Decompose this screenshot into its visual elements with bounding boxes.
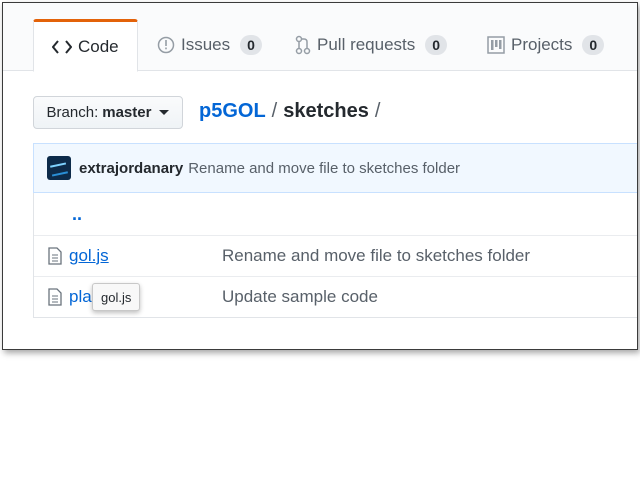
tab-code[interactable]: Code	[33, 19, 138, 72]
breadcrumb-current-dir: sketches	[283, 100, 369, 122]
parent-directory-row: ..	[34, 193, 637, 235]
filename-tooltip: gol.js	[92, 283, 141, 311]
file-commit-message[interactable]: Update sample code	[222, 287, 378, 307]
branch-select-button[interactable]: Branch: master	[33, 96, 183, 129]
file-row: pla Update sample code gol.js	[34, 276, 637, 317]
latest-commit-bar: extrajordanary Rename and move file to s…	[33, 143, 637, 193]
file-icon	[48, 247, 62, 265]
issues-count-badge: 0	[240, 35, 262, 55]
file-icon	[48, 288, 62, 306]
tab-issues-label: Issues	[181, 35, 231, 54]
breadcrumb-trailing-separator: /	[374, 100, 381, 122]
tab-pull-requests-label: Pull requests	[317, 35, 416, 54]
parent-directory-link[interactable]: ..	[72, 204, 82, 225]
tab-issues[interactable]: Issues 0	[157, 21, 262, 69]
breadcrumb-repo-link[interactable]: p5GOL	[199, 100, 266, 123]
breadcrumb: p5GOL / sketches /	[199, 100, 380, 123]
chevron-down-icon	[159, 110, 170, 115]
pull-requests-count-badge: 0	[425, 35, 448, 55]
avatar[interactable]	[47, 156, 71, 180]
file-name-link[interactable]: gol.js	[69, 246, 109, 266]
commit-message-link[interactable]: Rename and move file to sketches folder	[188, 160, 460, 177]
repo-tab-bar: Code Issues 0 Pull requests 0 Projects 0	[3, 3, 637, 72]
tab-code-label: Code	[78, 36, 119, 56]
projects-count-badge: 0	[582, 35, 605, 55]
file-list: .. gol.js Rename and move file to sketch…	[33, 193, 637, 318]
file-row: gol.js Rename and move file to sketches …	[34, 235, 637, 276]
code-icon	[52, 39, 72, 54]
file-name-link[interactable]: pla	[69, 287, 92, 307]
github-window: Code Issues 0 Pull requests 0 Projects 0…	[2, 2, 638, 350]
branch-name: master	[102, 104, 152, 121]
breadcrumb-separator: /	[271, 100, 278, 122]
branch-prefix: Branch:	[46, 104, 99, 121]
commit-author-link[interactable]: extrajordanary	[79, 160, 183, 177]
project-icon	[487, 36, 505, 54]
issue-icon	[157, 36, 175, 54]
tab-projects[interactable]: Projects 0	[487, 21, 605, 69]
pull-request-icon	[295, 35, 311, 55]
file-commit-message[interactable]: Rename and move file to sketches folder	[222, 246, 530, 266]
tab-projects-label: Projects	[511, 35, 573, 54]
tab-pull-requests[interactable]: Pull requests 0	[295, 21, 448, 69]
